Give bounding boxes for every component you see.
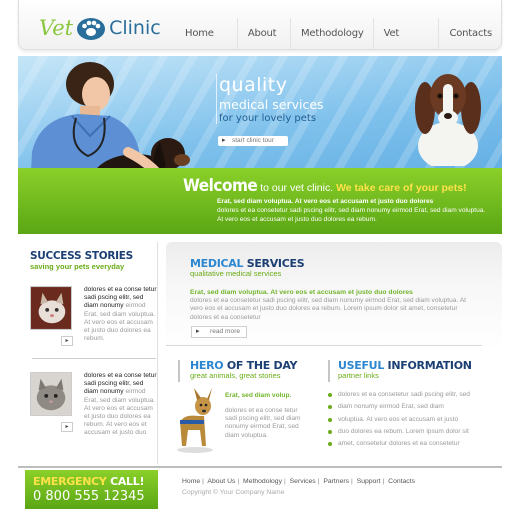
footer-link-partners[interactable]: Partners — [323, 478, 349, 485]
tagline-pets: for your lovely pets — [219, 113, 317, 124]
welcome-big: Welcome — [183, 176, 258, 196]
logo-text-vet: Vet — [39, 16, 74, 40]
partner-links: dolores et ea consetetur sadi pscing eli… — [328, 389, 502, 450]
emergency-title-b: CALL! — [106, 475, 145, 488]
useful-subtitle: partner links — [338, 371, 379, 380]
story-more-button[interactable]: ▸ — [61, 336, 73, 346]
footer-link-support[interactable]: Support — [357, 478, 381, 485]
medical-lead: Erat, sed diam voluptua. At vero eos et … — [190, 289, 413, 296]
hero-lead: Erat, sed diam volup. — [225, 392, 292, 399]
partner-link-label: voluptua. At vero eos et accusam et just… — [338, 415, 459, 423]
welcome-lead: Erat, sed diam voluptua. At vero eos et … — [217, 198, 434, 205]
success-stories: SUCCESS STORIES saving your pets everyda… — [18, 240, 158, 460]
hero-of-the-day: HERO OF THE DAY great animals, great sto… — [177, 358, 308, 458]
arrow-right-icon: ▸ — [196, 328, 200, 335]
partner-link[interactable]: voluptua. At vero eos et accusam et just… — [328, 414, 502, 426]
emergency-phone[interactable]: 0 800 555 12345 — [33, 489, 158, 504]
copyright: Copyright © Your Company Name — [182, 489, 285, 496]
welcome-body: dolores et ea consetetur sadi pscing eli… — [217, 207, 486, 223]
partner-link-label: diam nonumy eirmod Erat, sed diam — [338, 403, 444, 411]
welcome-slogan: We take care of your pets! — [333, 182, 467, 194]
hero-subtitle: great animals, great stories — [190, 371, 281, 380]
bullet-dot-icon — [328, 417, 332, 422]
success-title: SUCCESS STORIES — [30, 250, 133, 262]
site-header: Vet Clinic Home Page About us Methodolog… — [18, 0, 502, 71]
useful-title-b: INFORMATION — [384, 359, 472, 372]
column-divider — [157, 242, 158, 464]
story-image-cat — [30, 286, 72, 330]
footer-nav: Home | About Us | Methodology | Services | P… — [182, 478, 415, 485]
emergency-title: EMERGENCY CALL! — [33, 475, 158, 488]
bullet-dot-icon — [328, 429, 332, 434]
hero-accent-bar — [178, 360, 180, 382]
hero-banner: quality medical services for your lovely… — [18, 56, 502, 234]
partner-link-label: duo dolores ea rebum. Lorem ipsum dolor … — [338, 427, 469, 435]
main-nav: Home Page About us Methodology Vet Servi… — [175, 18, 501, 71]
footer-link-contacts[interactable]: Contacts — [388, 478, 415, 485]
nav-methodology[interactable]: Methodology — [289, 18, 373, 50]
footer-link-home[interactable]: Home — [182, 478, 200, 485]
partner-link-label: amet, consetetur dolores et ea consetetu… — [338, 440, 460, 448]
welcome-heading: Welcome to our vet clinic. We take care … — [183, 176, 467, 196]
welcome-mid: to our vet clinic. — [257, 182, 334, 194]
story-divider — [32, 358, 156, 359]
tagline-quality: quality — [219, 74, 288, 96]
welcome-text: Erat, sed diam voluptua. At vero eos et … — [217, 197, 487, 224]
footer-link-methodology[interactable]: Methodology — [243, 478, 282, 485]
bullet-dot-icon — [328, 405, 332, 410]
paw-logo-icon — [76, 15, 106, 41]
nav-home[interactable]: Home Page — [175, 18, 237, 71]
start-tour-label: start clinic tour — [232, 137, 274, 144]
bullet-dot-icon — [328, 393, 332, 397]
footer-link-services[interactable]: Services — [290, 478, 316, 485]
story-item: dolores et ea conse tetur sadi pscing el… — [30, 286, 160, 358]
medical-services: MEDICAL SERVICES qualitative medical ser… — [166, 242, 502, 350]
nav-vet-services[interactable]: Vet Services — [372, 18, 439, 71]
story-body: eirmod Erat, sed diam voluptua. At vero … — [84, 388, 156, 437]
success-subtitle: saving your pets everyday — [30, 262, 125, 271]
footer-divider — [18, 466, 502, 468]
hero-dog-image — [177, 388, 213, 453]
nav-contacts[interactable]: Contacts — [438, 18, 501, 50]
read-more-label: read more — [210, 328, 241, 335]
story-text: dolores et ea conse tetur sadi pscing el… — [84, 372, 158, 438]
tagline-medical: medical services — [219, 97, 324, 112]
story-item: dolores et ea conse tetur sadi pscing el… — [30, 372, 160, 444]
medical-body: dolores et ea consetetur sadi pscing eli… — [190, 297, 466, 321]
emergency-title-a: EMERGENCY — [33, 475, 107, 488]
useful-accent-bar — [328, 360, 330, 382]
story-more-button[interactable]: ▸ — [61, 422, 73, 432]
emergency-call-box: EMERGENCY CALL! 0 800 555 12345 — [25, 470, 158, 509]
story-text: dolores et ea conse tetur sadi pscing el… — [84, 286, 158, 343]
nav-about[interactable]: About us — [236, 18, 290, 71]
spaniel-image — [415, 74, 481, 166]
partner-link[interactable]: diam nonumy eirmod Erat, sed diam — [328, 401, 502, 413]
footer-link-about[interactable]: About Us — [207, 478, 235, 485]
site-logo[interactable]: Vet Clinic — [39, 13, 161, 43]
partner-link-label: dolores et ea consetetur sadi pscing eli… — [338, 391, 470, 398]
medical-subtitle: qualitative medical services — [190, 269, 282, 278]
read-more-button[interactable]: ▸ read more — [191, 326, 247, 338]
logo-text-clinic: Clinic — [109, 17, 161, 39]
arrow-right-icon: ▸ — [222, 137, 226, 144]
medical-divider — [166, 345, 482, 346]
hero-body: dolores et ea conse tetur sadi pscing el… — [225, 407, 301, 439]
partner-link[interactable]: amet, consetetur dolores et ea consetetu… — [328, 438, 502, 450]
bullet-dot-icon — [328, 442, 332, 447]
partner-link[interactable]: duo dolores ea rebum. Lorem ipsum dolor … — [328, 426, 502, 438]
useful-information: USEFUL INFORMATION partner links dolores… — [328, 358, 502, 458]
start-tour-button[interactable]: ▸ start clinic tour — [218, 136, 288, 146]
partner-link[interactable]: dolores et ea consetetur sadi pscing eli… — [328, 389, 502, 401]
tagline: quality medical services for your lovely… — [216, 74, 324, 124]
story-image-kitten — [30, 372, 72, 416]
